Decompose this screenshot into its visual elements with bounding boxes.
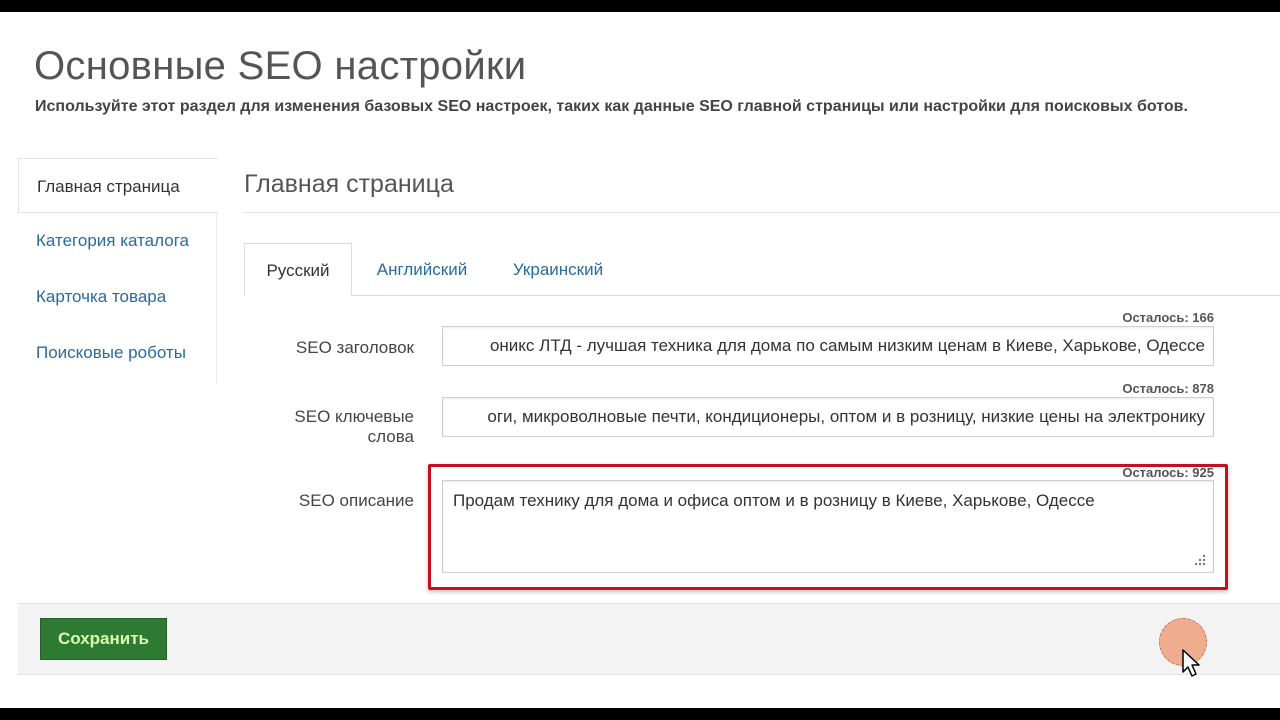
page-title: Основные SEO настройки [34,44,527,88]
sidebar-item-product-card[interactable]: Карточка товара [18,269,218,325]
tab-ukrainian[interactable]: Украинский [496,243,620,296]
seo-description-textarea[interactable]: Продам технику для дома и офиса оптом и … [442,480,1214,573]
tab-russian[interactable]: Русский [244,243,352,296]
sidebar-item-home-page[interactable]: Главная страница [18,158,218,213]
form-footer [18,603,1280,675]
seo-description-label: SEO описание [298,491,414,510]
tab-english[interactable]: Английский [360,243,484,296]
seo-keywords-counter: Осталось: 878 [1122,381,1214,396]
page-subtitle: Используйте этот раздел для изменения ба… [35,98,1188,115]
tabs-divider [244,295,1280,296]
seo-keywords-label: SEO ключевые слова [294,407,414,446]
section-title: Главная страница [244,170,454,198]
sidebar-item-search-robots[interactable]: Поисковые роботы [18,325,218,381]
seo-description-text: Продам технику для дома и офиса оптом и … [453,491,1095,510]
sidebar-divider [216,212,217,384]
seo-title-input[interactable]: оникс ЛТД - лучшая техника для дома по с… [442,326,1214,366]
seo-description-counter: Осталось: 925 [1122,465,1214,480]
sidebar-item-catalog-category[interactable]: Категория каталога [18,213,218,269]
seo-title-counter: Осталось: 166 [1122,310,1214,325]
seo-keywords-input[interactable]: оги, микроволновые печти, кондиционеры, … [442,397,1214,437]
save-button[interactable]: Сохранить [40,618,167,660]
seo-title-label: SEO заголовок [295,338,414,357]
language-tabs: Русский Английский Украинский [244,243,1280,296]
sidebar-nav: Главная страница Категория каталога Карт… [18,158,218,381]
section-divider [244,212,1280,213]
resize-grip-icon[interactable] [1191,554,1207,566]
video-frame-top [0,0,1280,12]
video-frame-bottom [0,708,1280,720]
mouse-cursor-icon [1182,649,1200,677]
